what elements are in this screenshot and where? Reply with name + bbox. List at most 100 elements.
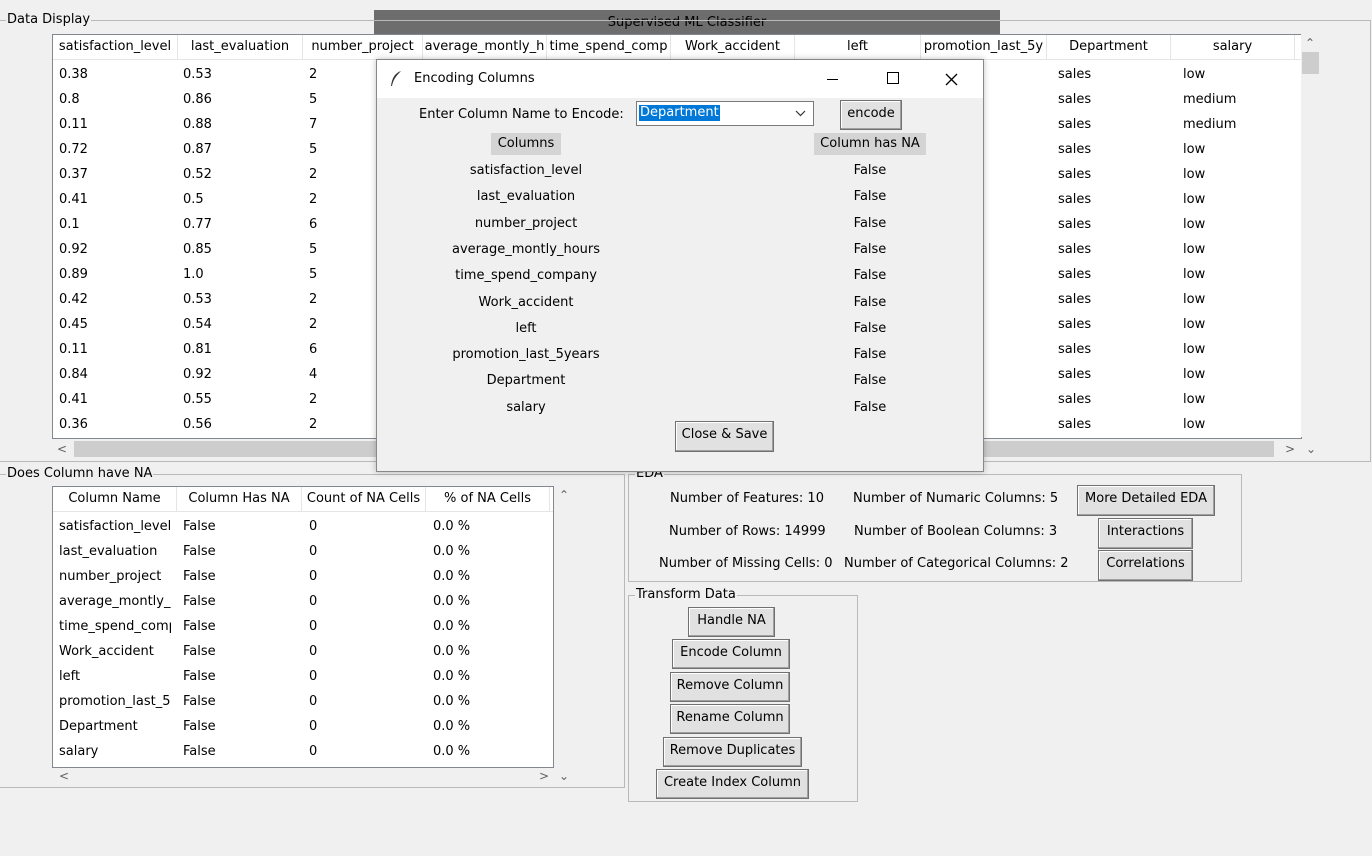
table-cell: 0 (309, 594, 318, 609)
dialog-column-name: salary (506, 399, 546, 415)
table-cell: sales (1058, 67, 1092, 82)
table-cell: 0 (309, 619, 318, 634)
na-scroll-up-icon[interactable]: ⌃ (557, 488, 571, 502)
close-icon[interactable] (945, 73, 958, 86)
table-row[interactable]: average_montly_h False 0 0.0 % (53, 590, 553, 615)
close-save-button[interactable]: Close & Save (675, 421, 774, 452)
data-table-column-header[interactable]: average_montly_h (423, 35, 547, 59)
table-row[interactable]: Department False 0 0.0 % (53, 715, 553, 740)
dialog-column-na-value: False (853, 373, 887, 389)
data-vscroll-thumb[interactable] (1302, 52, 1319, 74)
table-cell: 0 (309, 519, 318, 534)
dialog-column-na-value: False (853, 320, 887, 336)
handle-na-button[interactable]: Handle NA (688, 607, 775, 637)
create-index-column-button[interactable]: Create Index Column (656, 769, 809, 799)
table-cell: low (1183, 392, 1206, 407)
dialog-titlebar[interactable]: Encoding Columns (377, 60, 983, 98)
data-table-column-header[interactable]: salary (1171, 35, 1295, 59)
table-cell: 0.85 (183, 242, 212, 257)
table-row[interactable]: promotion_last_5y False 0 0.0 % (53, 690, 553, 715)
table-cell: 0 (309, 644, 318, 659)
table-cell: 0.81 (183, 342, 212, 357)
table-cell: medium (1183, 117, 1237, 132)
scroll-right-icon[interactable]: > (1284, 442, 1296, 456)
table-cell: sales (1058, 217, 1092, 232)
dialog-column-na-value: False (853, 294, 887, 310)
transform-frame-title: Transform Data (635, 587, 737, 602)
data-table-column-header[interactable]: promotion_last_5y (921, 35, 1047, 59)
data-table-column-header[interactable]: Department (1047, 35, 1171, 59)
data-table-column-header[interactable]: left (795, 35, 921, 59)
eda-num-rows: Number of Rows: 14999 (669, 524, 826, 539)
table-cell: 0.11 (59, 342, 88, 357)
data-table-column-header[interactable]: Work_accident (671, 35, 795, 59)
table-row[interactable]: Work_accident False 0 0.0 % (53, 640, 553, 665)
encode-column-button[interactable]: Encode Column (672, 639, 790, 669)
na-table-column-header[interactable]: Column Has NA (177, 487, 302, 511)
table-cell: 0.89 (59, 267, 88, 282)
na-scroll-down-icon[interactable]: ⌄ (557, 769, 571, 783)
scroll-left-icon[interactable]: < (56, 442, 68, 456)
remove-column-button[interactable]: Remove Column (670, 672, 790, 702)
chevron-down-icon[interactable] (795, 110, 806, 117)
encode-button[interactable]: encode (840, 100, 902, 130)
remove-duplicates-button[interactable]: Remove Duplicates (663, 737, 802, 767)
table-cell: 0.84 (59, 367, 88, 382)
table-cell: 0.92 (59, 242, 88, 257)
table-cell: low (1183, 217, 1206, 232)
table-row[interactable]: time_spend_comp False 0 0.0 % (53, 615, 553, 640)
data-table-column-header[interactable]: last_evaluation (178, 35, 303, 59)
table-cell: 0 (309, 569, 318, 584)
table-cell: 6 (309, 342, 318, 357)
na-table-column-header[interactable]: % of NA Cells (426, 487, 550, 511)
table-cell: 0.0 % (433, 619, 471, 634)
table-cell: 0.0 % (433, 594, 471, 609)
data-table-column-header[interactable]: time_spend_comp (547, 35, 671, 59)
data-table-column-header[interactable]: number_project (303, 35, 423, 59)
dialog-column-name: average_montly_hours (451, 241, 601, 257)
table-row[interactable]: number_project False 0 0.0 % (53, 565, 553, 590)
na-scroll-right-icon[interactable]: > (538, 769, 550, 783)
eda-categorical-cols: Number of Categorical Columns: 2 (844, 556, 1069, 571)
table-row[interactable]: salary False 0 0.0 % (53, 740, 553, 765)
encoding-dialog: Encoding Columns Enter Column Name to En… (376, 59, 984, 472)
table-cell: 0 (309, 744, 318, 759)
interactions-button[interactable]: Interactions (1098, 518, 1193, 549)
na-scroll-left-icon[interactable]: < (58, 769, 70, 783)
table-row[interactable]: last_evaluation False 0 0.0 % (53, 540, 553, 565)
scroll-up-icon[interactable]: ⌃ (1301, 36, 1319, 50)
table-cell: 0.52 (183, 167, 212, 182)
table-cell: 0.53 (183, 292, 212, 307)
rename-column-button[interactable]: Rename Column (670, 704, 790, 734)
table-cell: 1.0 (183, 267, 204, 282)
eda-num-features: Number of Features: 10 (670, 491, 824, 506)
correlations-button[interactable]: Correlations (1098, 550, 1193, 581)
table-row[interactable]: left False 0 0.0 % (53, 665, 553, 690)
table-cell: medium (1183, 92, 1237, 107)
minimize-icon[interactable] (821, 68, 845, 88)
table-cell: 0.56 (183, 417, 212, 432)
na-table[interactable]: Column Name Column Has NA Count of NA Cell… (52, 486, 554, 768)
encode-column-combobox[interactable]: Department (636, 101, 814, 126)
eda-missing-cells: Number of Missing Cells: 0 (659, 556, 833, 571)
table-cell: left (59, 669, 81, 684)
na-table-column-header[interactable]: Count of NA Cells (302, 487, 426, 511)
data-vscrollbar[interactable]: ⌃ (1301, 34, 1319, 437)
table-cell: 0.41 (59, 192, 88, 207)
table-cell: 2 (309, 67, 318, 82)
table-cell: 0.0 % (433, 694, 471, 709)
table-cell: average_montly_h (59, 594, 171, 609)
scroll-down-icon[interactable]: ⌄ (1303, 442, 1319, 456)
table-cell: low (1183, 142, 1206, 157)
table-cell: satisfaction_level (59, 519, 171, 534)
data-table-column-header[interactable]: satisfaction_level (53, 35, 178, 59)
table-cell: sales (1058, 392, 1092, 407)
data-table-header: satisfaction_level last_evaluation number_… (53, 35, 1301, 60)
na-table-column-header[interactable]: Column Name (53, 487, 177, 511)
table-cell: sales (1058, 142, 1092, 157)
dialog-column-name: left (515, 320, 537, 336)
more-detailed-eda-button[interactable]: More Detailed EDA (1077, 485, 1215, 516)
table-row[interactable]: satisfaction_level False 0 0.0 % (53, 515, 553, 540)
maximize-icon[interactable] (881, 68, 905, 88)
table-cell: 0.37 (59, 167, 88, 182)
